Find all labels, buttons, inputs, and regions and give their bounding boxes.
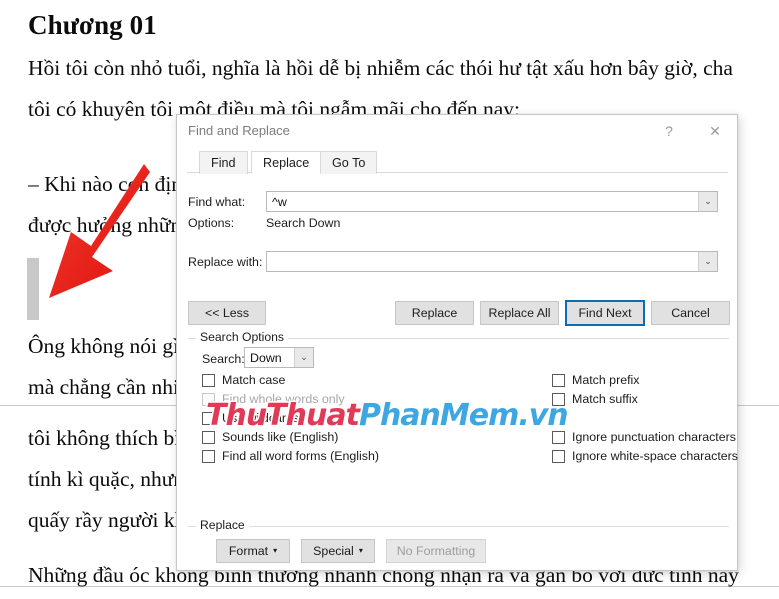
caret-down-icon: ▾ — [273, 546, 278, 555]
options-value: Search Down — [266, 216, 341, 230]
replace-all-button-label: Replace All — [488, 306, 551, 320]
find-what-value: ^w — [272, 194, 287, 209]
checkbox-box — [202, 449, 215, 463]
group-divider — [188, 526, 729, 527]
checkbox-label: Match case — [222, 373, 286, 387]
checkbox-sounds-like[interactable]: Sounds like (English) — [202, 430, 338, 444]
tab-go-to-label: Go To — [332, 156, 366, 170]
search-options-group: Search Options — [188, 330, 729, 344]
caret-down-icon: ▾ — [358, 546, 363, 555]
special-button[interactable]: Special ▾ — [301, 539, 375, 563]
search-direction-select[interactable]: Down ⌄ — [244, 347, 314, 368]
document-line: Hồi tôi còn nhỏ tuổi, nghĩa là hồi dễ bị… — [28, 56, 733, 80]
replace-with-label: Replace with: — [188, 255, 263, 269]
find-next-button-label: Find Next — [578, 306, 632, 320]
checkbox-match-suffix[interactable]: Match suffix — [552, 392, 638, 406]
replace-button[interactable]: Replace — [395, 301, 474, 325]
checkbox-use-wildcards[interactable]: Use wildcards — [202, 411, 299, 425]
search-direction-label: Search: — [202, 352, 245, 366]
tab-go-to[interactable]: Go To — [320, 151, 378, 174]
cancel-button-label: Cancel — [671, 306, 710, 320]
checkbox-box — [202, 392, 215, 406]
checkbox-label: Ignore white-space characters — [572, 449, 738, 463]
checkbox-box — [552, 449, 565, 463]
format-button[interactable]: Format ▾ — [216, 539, 290, 563]
tab-replace-label: Replace — [263, 156, 310, 170]
chevron-down-icon[interactable]: ⌄ — [294, 348, 313, 367]
checkbox-box — [202, 373, 215, 387]
format-button-label: Format — [228, 544, 269, 558]
search-options-title: Search Options — [196, 330, 289, 344]
chevron-down-icon[interactable]: ⌄ — [698, 252, 717, 271]
checkbox-box — [202, 411, 215, 425]
checkbox-match-case[interactable]: Match case — [202, 373, 285, 387]
tab-find-label: Find — [211, 156, 236, 170]
cancel-button[interactable]: Cancel — [651, 301, 730, 325]
dialog-title: Find and Replace — [188, 123, 290, 138]
checkbox-ignore-whitespace[interactable]: Ignore white-space characters — [552, 449, 738, 463]
no-formatting-button: No Formatting — [386, 539, 486, 563]
checkbox-label: Ignore punctuation characters — [572, 430, 736, 444]
options-label: Options: — [188, 216, 235, 230]
search-direction-value: Down — [250, 350, 282, 365]
replace-all-button[interactable]: Replace All — [480, 301, 559, 325]
checkbox-ignore-punctuation[interactable]: Ignore punctuation characters — [552, 430, 736, 444]
special-button-label: Special — [313, 544, 354, 558]
checkbox-label: Find whole words only — [222, 392, 345, 406]
checkbox-box — [552, 392, 565, 406]
find-what-input[interactable]: ^w ⌄ — [266, 191, 718, 212]
checkbox-box — [552, 373, 565, 387]
replace-button-label: Replace — [411, 306, 458, 320]
replace-with-input[interactable]: ⌄ — [266, 251, 718, 272]
less-button[interactable]: << Less — [188, 301, 266, 325]
checkbox-find-whole-words-only: Find whole words only — [202, 392, 345, 406]
tab-find[interactable]: Find — [199, 151, 248, 174]
close-icon[interactable]: ✕ — [693, 115, 737, 147]
checkbox-label: Use wildcards — [222, 411, 300, 425]
no-formatting-button-label: No Formatting — [396, 544, 476, 558]
chevron-down-icon[interactable]: ⌄ — [698, 192, 717, 211]
checkbox-label: Match suffix — [572, 392, 638, 406]
checkbox-find-all-word-forms[interactable]: Find all word forms (English) — [202, 449, 379, 463]
dialog-titlebar: Find and Replace ? ✕ — [177, 115, 737, 147]
red-arrow-pointer — [49, 164, 150, 298]
checkbox-label: Sounds like (English) — [222, 430, 339, 444]
checkbox-label: Match prefix — [572, 373, 640, 387]
find-and-replace-dialog: Find and Replace ? ✕ Find Replace Go To … — [176, 114, 738, 571]
checkbox-box — [552, 430, 565, 444]
find-next-button[interactable]: Find Next — [565, 300, 645, 326]
find-what-label: Find what: — [188, 195, 246, 209]
checkbox-label: Find all word forms (English) — [222, 449, 379, 463]
replace-group: Replace — [188, 518, 729, 532]
tab-replace[interactable]: Replace — [251, 151, 322, 174]
dialog-tabstrip: Find Replace Go To — [187, 151, 728, 174]
replace-group-title: Replace — [196, 518, 249, 532]
help-icon[interactable]: ? — [647, 115, 691, 147]
checkbox-box — [202, 430, 215, 444]
document-heading: Chương 01 — [28, 10, 157, 40]
checkbox-match-prefix[interactable]: Match prefix — [552, 373, 639, 387]
less-button-label: << Less — [204, 306, 250, 320]
